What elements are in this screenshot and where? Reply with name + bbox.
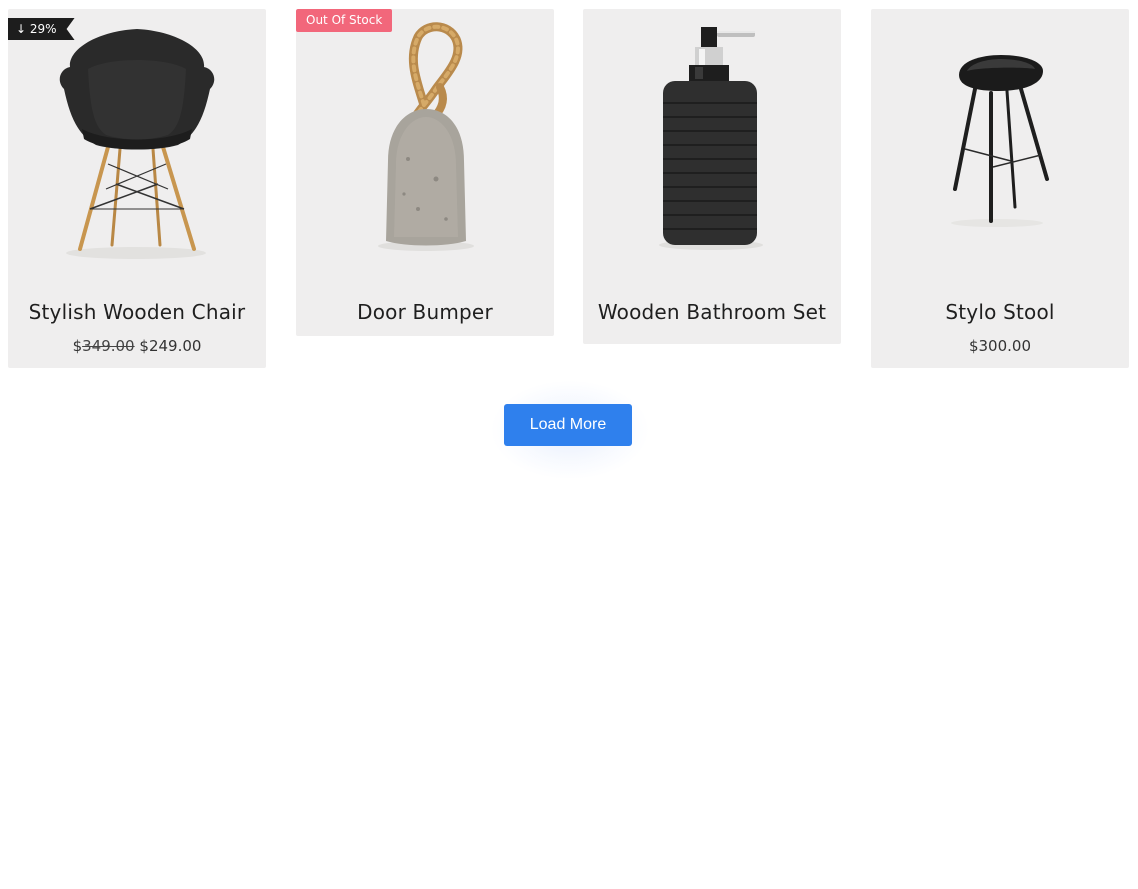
product-grid: ↓ 29% Stylish Wooden Chair $349.00 $249.… (0, 0, 1138, 889)
product-title[interactable]: Stylo Stool (871, 300, 1129, 324)
current-price: 249.00 (148, 337, 202, 355)
price-row: $300.00 (871, 337, 1129, 355)
product-card-stylish-wooden-chair[interactable]: ↓ 29% Stylish Wooden Chair $349.00 $249.… (8, 9, 266, 368)
discount-badge: ↓ 29% (8, 18, 75, 40)
chair-image[interactable] (8, 9, 266, 267)
old-price: 349.00 (82, 337, 135, 355)
soap-dispenser-image[interactable] (583, 9, 841, 267)
product-title[interactable]: Wooden Bathroom Set (583, 300, 841, 324)
product-title[interactable]: Door Bumper (296, 300, 554, 324)
product-card-wooden-bathroom-set[interactable]: Wooden Bathroom Set (583, 9, 841, 344)
currency-symbol: $ (72, 337, 83, 355)
product-title[interactable]: Stylish Wooden Chair (8, 300, 266, 324)
out-of-stock-badge: Out Of Stock (296, 9, 393, 32)
stool-image[interactable] (871, 9, 1129, 267)
door-bumper-image[interactable] (296, 9, 554, 267)
load-more-button[interactable]: Load More (504, 404, 632, 446)
product-card-stylo-stool[interactable]: Stylo Stool $300.00 (871, 9, 1129, 368)
product-card-door-bumper[interactable]: Out Of Stock Door Bumper (296, 9, 554, 336)
currency-symbol: $ (968, 337, 979, 355)
price-row: $349.00 $249.00 (8, 337, 266, 355)
current-price: 300.00 (978, 337, 1032, 355)
currency-symbol: $ (139, 337, 149, 355)
